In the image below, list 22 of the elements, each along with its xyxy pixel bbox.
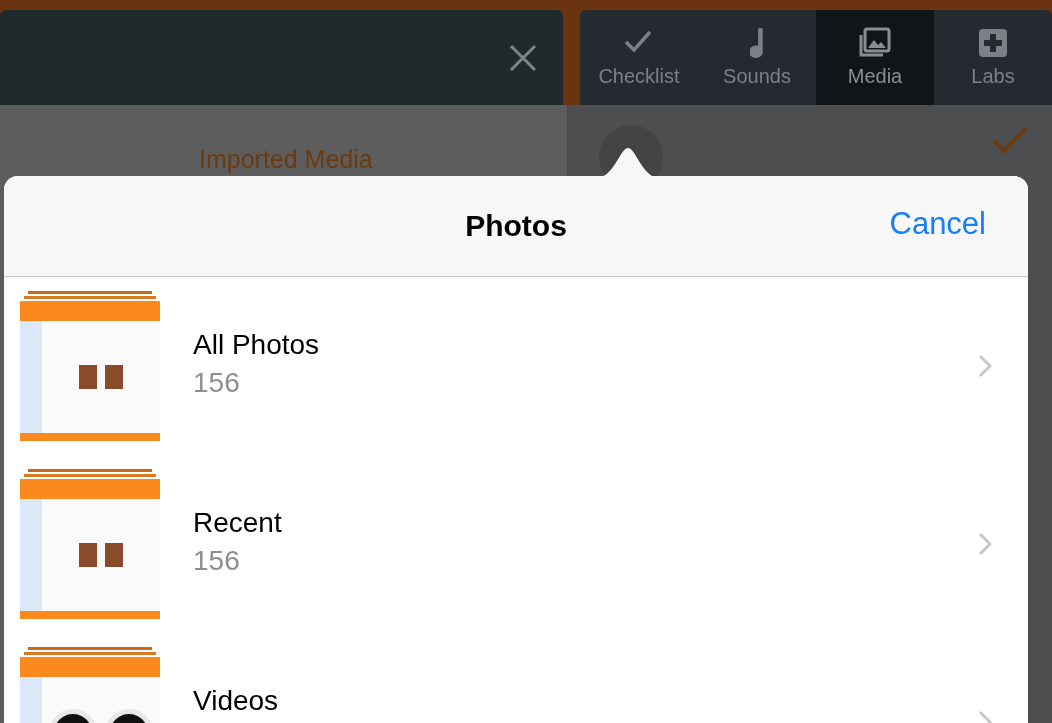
plus-icon [977, 27, 1009, 59]
checkmark-icon[interactable] [992, 125, 1028, 155]
tab[interactable]: Sounds [698, 10, 816, 105]
album-row[interactable]: All Photos 156 [4, 277, 1028, 455]
album-row[interactable]: Recent 156 [4, 455, 1028, 633]
music-note-icon [750, 27, 764, 59]
album-title: All Photos [193, 329, 321, 361]
tab[interactable]: Labs [934, 10, 1052, 105]
chevron-right-icon [978, 354, 992, 378]
album-count: 156 [193, 545, 241, 577]
album-title: Recent [193, 507, 283, 539]
album-row[interactable]: Videos [4, 633, 1028, 723]
tab[interactable]: Media [816, 10, 934, 105]
section-title: Imported Media [199, 145, 373, 173]
photos-icon [859, 27, 891, 59]
close-icon[interactable] [509, 43, 537, 72]
album-title: Videos [193, 685, 280, 717]
tab[interactable]: Checklist [580, 10, 698, 105]
album-count: 156 [193, 367, 241, 399]
sheet-title: Photos [465, 209, 567, 243]
chevron-right-icon [978, 532, 992, 556]
cancel-button[interactable]: Cancel [889, 206, 986, 242]
